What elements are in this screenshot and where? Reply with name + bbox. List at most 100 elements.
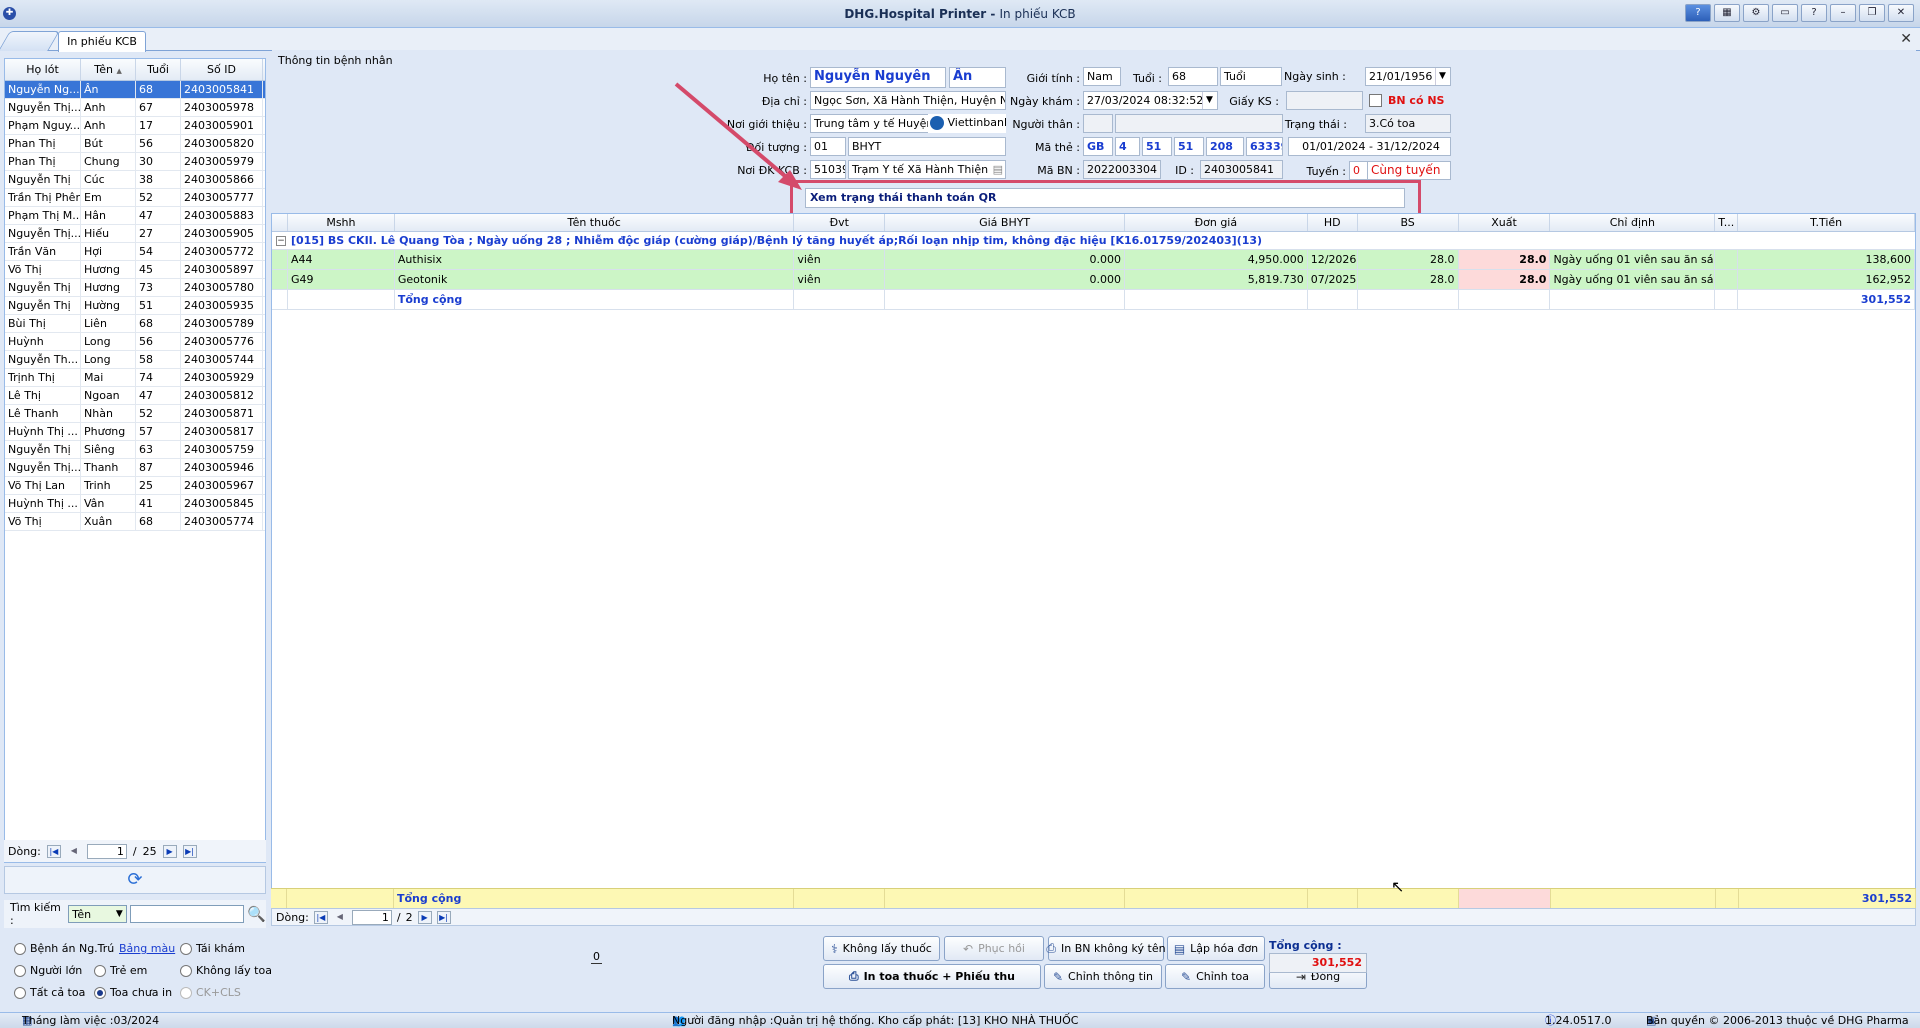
patient-row[interactable]: Phan Thị Chung 30 2403005979 — [5, 153, 265, 171]
header-chi-dinh[interactable]: Chỉ định — [1550, 214, 1716, 231]
patient-row[interactable]: Nguyễn Thị Hường 51 2403005935 — [5, 297, 265, 315]
radio-tre-em[interactable]: Trẻ em — [94, 964, 147, 977]
screen-icon[interactable]: ▭ — [1772, 4, 1798, 22]
in-toa-thuoc-button[interactable]: ⎙ In toa thuốc + Phiếu thu — [823, 964, 1041, 989]
settings-icon[interactable]: ⚙ — [1743, 4, 1769, 22]
patient-row[interactable]: Trần Thị Phên Em 52 2403005777 — [5, 189, 265, 207]
patient-row[interactable]: Huỳnh Thị ... Vân 41 2403005845 — [5, 495, 265, 513]
header-so-id[interactable]: Số ID — [181, 59, 263, 80]
patient-row[interactable]: Nguyễn Ng... Ân 68 2403005841 — [5, 81, 265, 99]
field-gioi-tinh[interactable]: Nam — [1083, 67, 1121, 86]
field-dia-chi[interactable]: Ngọc Sơn, Xã Hành Thiện, Huyện Nghĩa — [810, 91, 1006, 110]
header-ho-lot[interactable]: Họ lót — [5, 59, 81, 80]
grid-next-page-button[interactable]: ▶ — [417, 910, 432, 924]
help-icon[interactable]: ? — [1685, 4, 1711, 22]
qr-status-button[interactable]: Xem trạng thái thanh toán QR — [805, 188, 1405, 208]
first-page-button[interactable]: |◀ — [46, 844, 61, 858]
radio-benh-an[interactable]: Bệnh án Ng.Trú — [14, 942, 114, 955]
close-button[interactable]: ✕ — [1888, 4, 1914, 22]
phuc-hoi-button[interactable]: ↶ Phục hồi — [944, 936, 1044, 961]
header-don-gia[interactable]: Đơn giá — [1125, 214, 1308, 231]
patient-row[interactable]: Lê Thị Ngoan 47 2403005812 — [5, 387, 265, 405]
field-ho[interactable]: Nguyễn Nguyên — [810, 67, 946, 88]
field-doi-tuong-code[interactable]: 01 — [810, 137, 846, 156]
field-the-han[interactable]: 01/01/2024 - 31/12/2024 — [1288, 137, 1451, 156]
last-page-button[interactable]: ▶| — [182, 844, 197, 858]
radio-toa-chua-in[interactable]: Toa chưa in — [94, 986, 172, 999]
tab-close-icon[interactable]: ✕ — [1900, 31, 1912, 47]
field-ngay-sinh[interactable]: 21/01/1956 ▼ — [1365, 67, 1451, 86]
grid-first-page-button[interactable]: |◀ — [313, 910, 328, 924]
khong-lay-thuoc-button[interactable]: ⚕ Không lấy thuốc — [823, 936, 940, 961]
bn-co-ns-checkbox[interactable] — [1369, 94, 1382, 107]
patient-row[interactable]: Trần Văn Hợi 54 2403005772 — [5, 243, 265, 261]
collapse-icon[interactable]: − — [276, 235, 286, 246]
header-t-tien[interactable]: T.Tiền — [1738, 214, 1915, 231]
field-ma-the-2[interactable]: 51 — [1142, 137, 1172, 156]
prev-page-button[interactable]: ◀ — [67, 845, 81, 858]
tab-blank[interactable] — [0, 31, 60, 51]
header-bs[interactable]: BS — [1358, 214, 1459, 231]
header-gia-bhyt[interactable]: Giá BHYT — [885, 214, 1125, 231]
patient-row[interactable]: Võ Thị Hương 45 2403005897 — [5, 261, 265, 279]
patient-row[interactable]: Nguyễn Thị... Thanh 87 2403005946 — [5, 459, 265, 477]
patient-row[interactable]: Võ Thị Lan Trinh 25 2403005967 — [5, 477, 265, 495]
grid-last-page-button[interactable]: ▶| — [436, 910, 451, 924]
field-tuoi-unit[interactable]: Tuổi — [1220, 67, 1282, 86]
patient-row[interactable]: Phạm Nguy... Anh 17 2403005901 — [5, 117, 265, 135]
field-tuoi[interactable]: 68 — [1168, 67, 1218, 86]
in-bn-khong-ky-ten-button[interactable]: ⎙ In BN không ký tên — [1046, 936, 1166, 961]
grid-page-input[interactable]: 1 — [351, 909, 392, 925]
header-xuat[interactable]: Xuất — [1459, 214, 1551, 231]
field-ma-the-4[interactable]: 208 — [1206, 137, 1244, 156]
header-mshh[interactable]: Mshh — [288, 214, 395, 231]
header-t[interactable]: T... — [1715, 214, 1739, 231]
field-tuyen[interactable]: Cùng tuyến — [1367, 161, 1451, 180]
grid-prev-page-button[interactable]: ◀ — [333, 911, 347, 924]
help-button[interactable]: ? — [1801, 4, 1827, 22]
lap-hoa-don-button[interactable]: ▤ Lập hóa đơn — [1167, 936, 1265, 961]
refresh-button[interactable]: ⟳ — [4, 866, 266, 894]
minimize-button[interactable]: – — [1830, 4, 1856, 22]
header-ten[interactable]: Tên ▲ — [81, 59, 136, 80]
radio-tai-kham[interactable]: Tái khám — [180, 942, 245, 955]
patient-row[interactable]: Nguyễn Thị Siêng 63 2403005759 — [5, 441, 265, 459]
field-nguoi-than[interactable] — [1115, 114, 1283, 133]
tab-in-phieu-kcb[interactable]: In phiếu KCB — [58, 31, 146, 52]
calculator-icon[interactable]: ▦ — [1714, 4, 1740, 22]
field-doi-tuong[interactable]: BHYT — [848, 137, 1006, 156]
field-giay-ks[interactable] — [1286, 91, 1363, 110]
drug-row[interactable]: G49 Geotonik viên 0.000 5,819.730 07/2025 28.0… — [272, 270, 1915, 290]
patient-row[interactable]: Nguyễn Thị Hương 73 2403005780 — [5, 279, 265, 297]
field-ma-the-5[interactable]: 63339 — [1246, 137, 1283, 156]
restore-button[interactable]: ❐ — [1859, 4, 1885, 22]
radio-nguoi-lon[interactable]: Người lớn — [14, 964, 82, 977]
radio-tat-ca-toa[interactable]: Tất cả toa — [14, 986, 85, 999]
patient-row[interactable]: Lê Thanh Nhàn 52 2403005871 — [5, 405, 265, 423]
chinh-toa-button[interactable]: ✎ Chỉnh toa — [1165, 964, 1265, 989]
patient-row[interactable]: Bùi Thị Liên 68 2403005789 — [5, 315, 265, 333]
field-ngay-kham[interactable]: 27/03/2024 08:32:52 ▼ — [1083, 91, 1218, 110]
header-ten-thuoc[interactable]: Tên thuốc — [395, 214, 795, 231]
patient-row[interactable]: Trịnh Thị Mai 74 2403005929 — [5, 369, 265, 387]
patient-row[interactable]: Phan Thị Bút 56 2403005820 — [5, 135, 265, 153]
search-field-select[interactable]: Tên ▼ — [68, 905, 128, 923]
bang-mau-link[interactable]: Bảng màu — [119, 942, 175, 955]
chinh-thong-tin-button[interactable]: ✎ Chỉnh thông tin — [1044, 964, 1162, 989]
patient-row[interactable]: Nguyễn Th... Long 58 2403005744 — [5, 351, 265, 369]
field-noi-dk[interactable]: Trạm Y tế Xã Hành Thiện ▤ — [848, 160, 1006, 179]
header-hd[interactable]: HD — [1308, 214, 1358, 231]
patient-row[interactable]: Nguyễn Thị... Hiếu 27 2403005905 — [5, 225, 265, 243]
search-input[interactable] — [130, 905, 245, 923]
page-input[interactable]: 1 — [86, 843, 127, 859]
patient-row[interactable]: Võ Thị Xuân 68 2403005774 — [5, 513, 265, 531]
patient-row[interactable]: Huỳnh Thị ... Phương 57 2403005817 — [5, 423, 265, 441]
group-row[interactable]: − [015] BS CKII. Lê Quang Tòa ; Ngày uống… — [272, 232, 1915, 250]
next-page-button[interactable]: ▶ — [162, 844, 177, 858]
radio-khong-lay-toa[interactable]: Không lấy toa — [180, 964, 272, 977]
field-nguoi-than-code[interactable] — [1083, 114, 1113, 133]
search-icon[interactable]: 🔍 — [247, 905, 266, 923]
field-ma-the-1[interactable]: 4 — [1115, 137, 1140, 156]
patient-row[interactable]: Nguyễn Thị Cúc 38 2403005866 — [5, 171, 265, 189]
header-dvt[interactable]: Đvt — [794, 214, 886, 231]
